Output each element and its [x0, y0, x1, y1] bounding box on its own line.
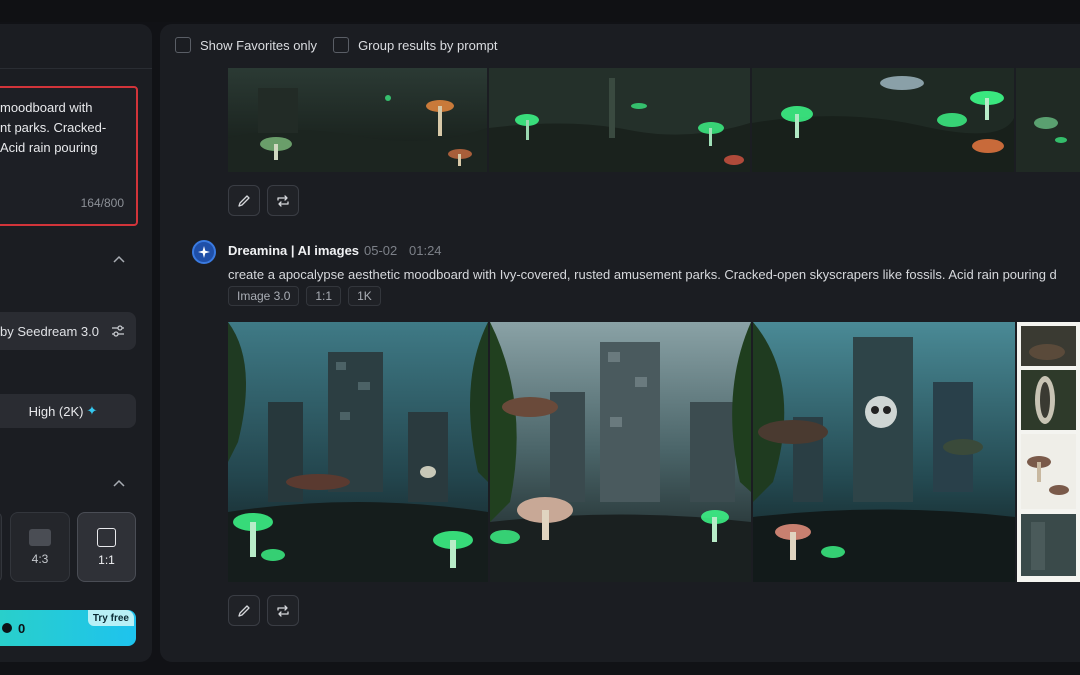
- model-tag: Image 3.0: [228, 286, 300, 306]
- ratio-option-1-1[interactable]: 1:1: [77, 512, 136, 582]
- generated-image[interactable]: [752, 68, 1014, 172]
- pencil-icon: [238, 194, 250, 207]
- mushroom-forest-thumbnail: [752, 68, 1014, 172]
- ratio-label: 1:1: [98, 552, 115, 567]
- group-by-prompt-filter[interactable]: Group results by prompt: [333, 37, 498, 53]
- character-counter: 164/800: [80, 196, 124, 210]
- regenerate-button[interactable]: [267, 595, 299, 626]
- ratio-option-partial[interactable]: [0, 512, 2, 582]
- ratio-option-4-3[interactable]: 4:3: [10, 512, 70, 582]
- apocalypse-amusement-park-image: [228, 322, 488, 582]
- generate-cost: 0: [18, 620, 26, 636]
- group-by-prompt-checkbox[interactable]: [333, 37, 350, 53]
- prompt-text[interactable]: moodboard with nt parks. Cracked- Acid r…: [0, 98, 126, 158]
- mushroom-forest-thumbnail: [489, 68, 750, 172]
- prompt-input[interactable]: moodboard with nt parks. Cracked- Acid r…: [0, 86, 138, 226]
- results-image-row: [228, 322, 1080, 582]
- sparkle-icon: ✦: [86, 403, 98, 418]
- show-favorites-filter[interactable]: Show Favorites only: [175, 37, 317, 53]
- generate-button[interactable]: 0 Try free: [0, 610, 136, 646]
- panel-divider: [0, 68, 152, 69]
- try-free-badge: Try free: [87, 610, 134, 626]
- settings-sliders-icon: [112, 325, 124, 337]
- quality-selector[interactable]: High (2K) ✦: [0, 394, 136, 428]
- window-top-strip: [0, 0, 1080, 22]
- quality-label: High (2K): [28, 403, 84, 419]
- generation-settings-panel: moodboard with nt parks. Cracked- Acid r…: [0, 24, 152, 662]
- generated-image[interactable]: [753, 322, 1015, 582]
- ratio-4-3-icon: [29, 528, 51, 546]
- chevron-up-icon[interactable]: [110, 250, 128, 268]
- ratio-1-1-icon: [97, 527, 116, 547]
- pencil-icon: [238, 604, 250, 617]
- chevron-up-icon[interactable]: [110, 474, 128, 492]
- show-favorites-label: Show Favorites only: [200, 37, 318, 53]
- repeat-icon: [277, 604, 289, 617]
- generated-image[interactable]: [1016, 68, 1080, 172]
- message-author: Dreamina | AI images: [228, 243, 360, 258]
- previous-results-row: [228, 68, 1080, 172]
- sparkle-logo-icon: [198, 246, 210, 258]
- apocalypse-amusement-park-image: [753, 322, 1015, 582]
- message-date: 05-02: [364, 243, 398, 258]
- mushroom-forest-thumbnail: [1016, 68, 1080, 172]
- ratio-tag: 1:1: [306, 286, 342, 306]
- message-time: 01:24: [409, 243, 442, 258]
- show-favorites-checkbox[interactable]: [175, 37, 191, 53]
- group-by-prompt-label: Group results by prompt: [358, 37, 498, 53]
- generated-image[interactable]: [228, 322, 488, 582]
- credit-icon: [2, 623, 12, 633]
- mushroom-forest-thumbnail: [228, 68, 487, 172]
- ratio-label: 4:3: [31, 551, 49, 566]
- model-label: by Seedream 3.0: [0, 323, 100, 339]
- model-selector[interactable]: by Seedream 3.0: [0, 312, 136, 350]
- edit-button[interactable]: [228, 595, 260, 626]
- results-panel: Show Favorites only Group results by pro…: [160, 24, 1080, 662]
- resolution-tag: 1K: [348, 286, 381, 306]
- generation-tags: Image 3.0 1:1 1K: [228, 286, 381, 306]
- generated-image[interactable]: [489, 68, 750, 172]
- generated-image[interactable]: [490, 322, 751, 582]
- regenerate-button[interactable]: [267, 185, 299, 216]
- filter-bar: Show Favorites only Group results by pro…: [175, 37, 498, 53]
- message-prompt[interactable]: create a apocalypse aesthetic moodboard …: [228, 267, 1080, 282]
- apocalypse-amusement-park-image: [490, 322, 751, 582]
- generated-image[interactable]: [1017, 322, 1080, 582]
- moodboard-collage-image: [1017, 322, 1080, 582]
- generated-image[interactable]: [228, 68, 487, 172]
- repeat-icon: [277, 194, 289, 207]
- dreamina-avatar: [192, 240, 216, 264]
- edit-button[interactable]: [228, 185, 260, 216]
